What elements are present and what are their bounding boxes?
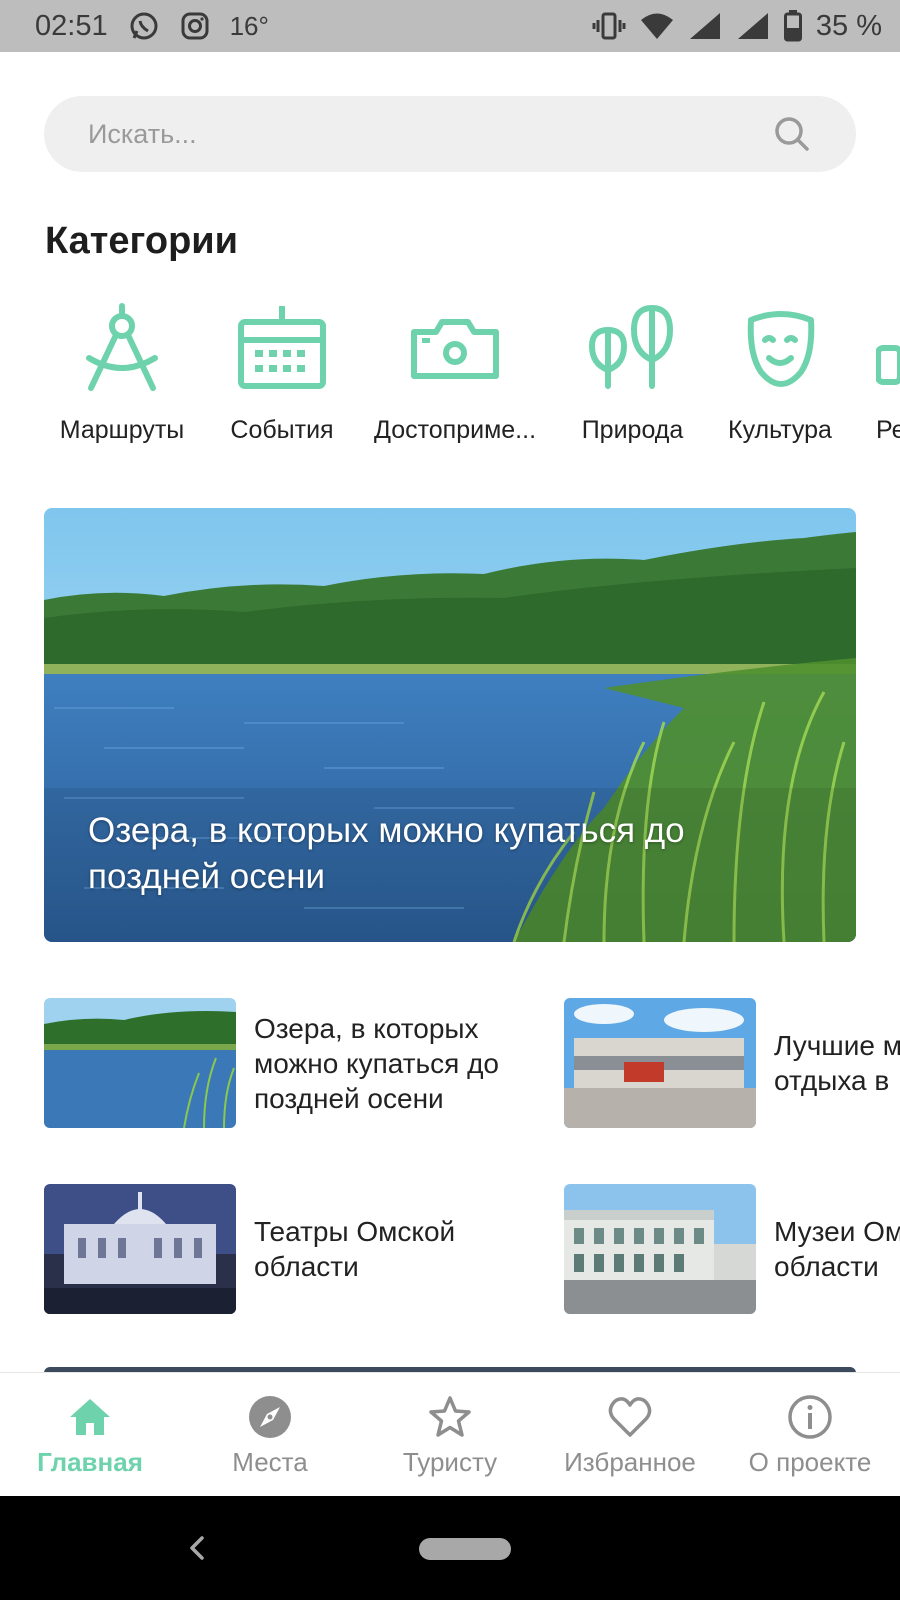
category-label: Ре — [876, 416, 900, 444]
category-label: Природа — [581, 416, 684, 444]
nav-label: Места — [232, 1447, 308, 1477]
article-card[interactable]: Музеи Ом области — [564, 1184, 900, 1314]
article-card[interactable]: Лучшие м отдыха в — [564, 998, 900, 1128]
home-pill-button[interactable] — [419, 1538, 511, 1560]
hero-title: Озера, в которых можно купаться до поздн… — [88, 811, 685, 896]
nav-about[interactable]: О проекте — [720, 1373, 900, 1497]
nav-home[interactable]: Главная — [0, 1373, 180, 1497]
battery-percent: 35 % — [815, 9, 882, 42]
search-icon[interactable] — [772, 114, 812, 154]
category-events[interactable]: События — [212, 300, 352, 445]
instagram-icon — [181, 12, 209, 40]
category-routes[interactable]: Маршруты — [52, 300, 192, 445]
nav-label: О проекте — [748, 1447, 872, 1477]
card-thumbnail-theater — [44, 1184, 236, 1314]
category-partial[interactable]: Ре — [876, 300, 900, 445]
category-label: События — [230, 416, 334, 444]
category-label: Культура — [728, 416, 832, 444]
heart-icon — [608, 1397, 652, 1437]
category-nature[interactable]: Природа — [565, 300, 700, 445]
bottom-navigation: Главная Места Туристу Избранное О проект… — [0, 1372, 900, 1496]
info-icon — [788, 1395, 832, 1439]
category-label: Маршруты — [59, 416, 185, 444]
wifi-icon — [640, 13, 673, 39]
search-bar[interactable] — [44, 96, 856, 172]
system-navigation-bar — [0, 1496, 900, 1600]
nav-label: Главная — [37, 1447, 143, 1477]
featured-article-card[interactable]: Озера, в которых можно купаться до поздн… — [44, 508, 856, 942]
nav-label: Туристу — [402, 1447, 498, 1477]
categories-carousel[interactable]: Маршруты События Достоприме... Природа К… — [0, 300, 900, 460]
card-title: Лучшие м отдыха в — [774, 1030, 900, 1096]
camera-icon — [411, 319, 499, 379]
nav-label: Избранное — [564, 1447, 696, 1477]
card-title: Театры Омской области — [254, 1216, 456, 1282]
compass-drafting-icon — [86, 303, 158, 391]
article-card[interactable]: Озера, в которых можно купаться до поздн… — [44, 998, 564, 1128]
signal-icon — [689, 13, 720, 39]
article-card[interactable]: Театры Омской области — [44, 1184, 564, 1314]
status-bar: 02:51 16° 35 % — [0, 0, 900, 52]
card-thumbnail-building — [564, 998, 756, 1128]
category-culture[interactable]: Культура — [710, 300, 850, 445]
temperature: 16° — [229, 10, 269, 41]
trees-icon — [588, 304, 673, 389]
card-title: Озера, в которых можно купаться до поздн… — [254, 1012, 499, 1114]
nav-favorites[interactable]: Избранное — [540, 1373, 720, 1497]
signal-icon-2 — [737, 13, 768, 39]
compass-icon — [249, 1396, 291, 1438]
calendar-icon — [238, 306, 326, 389]
category-label: Достоприме... — [373, 416, 537, 444]
card-thumbnail-museum — [564, 1184, 756, 1314]
theater-mask-icon — [747, 311, 815, 387]
vibrate-icon — [592, 12, 626, 40]
battery-icon — [783, 10, 802, 42]
back-icon[interactable] — [180, 1530, 214, 1566]
category-sights[interactable]: Достоприме... — [365, 300, 545, 445]
home-icon — [70, 1399, 110, 1435]
card-title: Музеи Ом области — [774, 1216, 900, 1282]
nav-tourist[interactable]: Туристу — [360, 1373, 540, 1497]
whatsapp-icon — [130, 12, 158, 40]
categories-title: Категории — [45, 220, 239, 262]
search-input[interactable] — [88, 118, 772, 150]
star-icon — [429, 1396, 471, 1437]
nav-places[interactable]: Места — [180, 1373, 360, 1497]
card-thumbnail-lake — [44, 998, 236, 1128]
partial-icon — [876, 345, 900, 385]
clock: 02:51 — [35, 9, 108, 42]
